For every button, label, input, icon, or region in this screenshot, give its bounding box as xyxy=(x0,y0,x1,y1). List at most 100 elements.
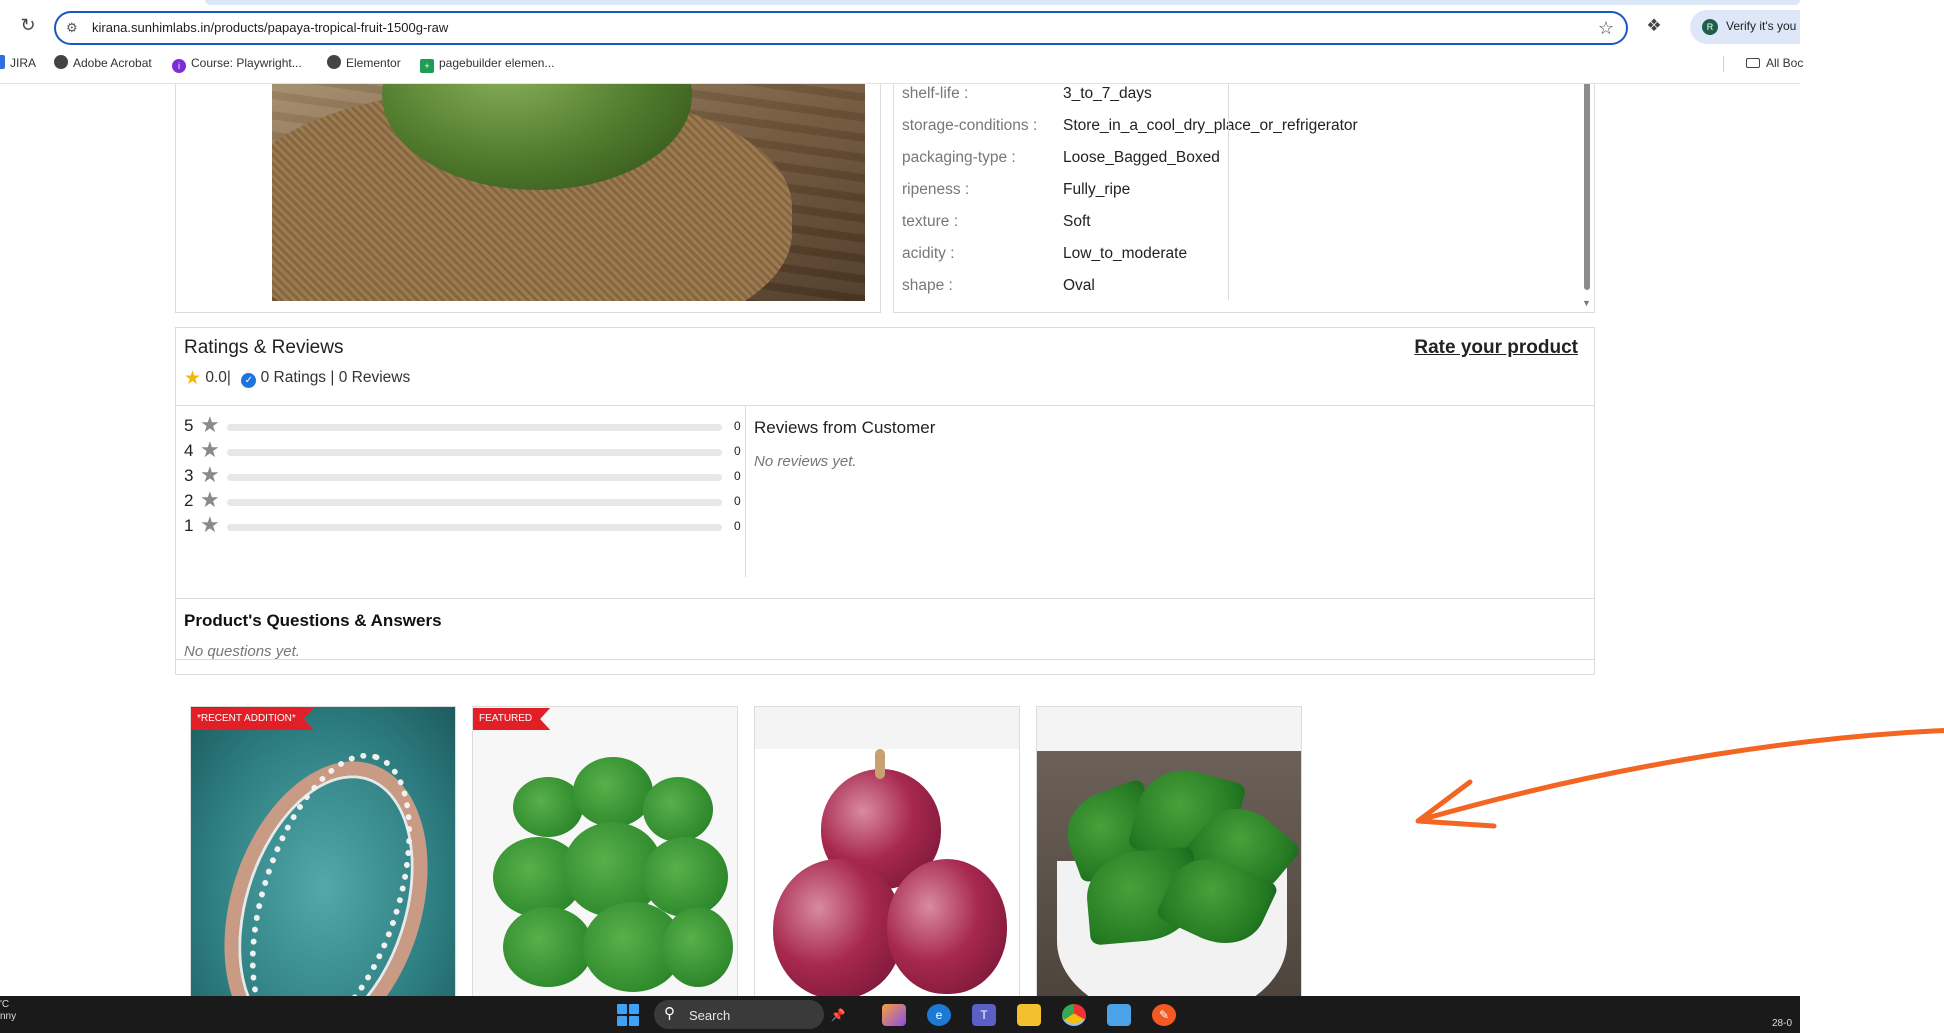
bookmark-pagebuilder[interactable]: + pagebuilder elemen... xyxy=(420,55,554,73)
rating-bar-4: 4 ★ 0 xyxy=(184,437,741,462)
spec-value: Fully_ripe xyxy=(1063,181,1131,198)
bookmark-all-bookmarks[interactable]: All Boc xyxy=(1746,55,1803,71)
star-icon: ★ xyxy=(184,368,202,389)
related-products: *RECENT ADDITION* FEATURED xyxy=(190,706,1310,996)
rating-bar-1: 1 ★ 0 xyxy=(184,512,741,537)
notepad-icon[interactable] xyxy=(1107,1004,1131,1026)
rating-bar-track xyxy=(227,474,722,481)
bookmark-star-icon[interactable]: ☆ xyxy=(1598,18,1614,38)
rating-distribution: 5 ★ 0 4 ★ 0 3 ★ 0 2 ★ 0 1 ★ 0 xyxy=(176,406,746,577)
product-card-image[interactable] xyxy=(755,749,1019,996)
customer-reviews: Reviews from Customer No reviews yet. xyxy=(754,406,1584,577)
bookmark-jira[interactable]: JIRA xyxy=(0,55,36,71)
windows-taskbar: 'C nny ⚲ Search 📌 e T ✎ 28-0 xyxy=(0,996,1800,1033)
taskbar-search[interactable]: ⚲ Search xyxy=(654,1000,824,1029)
spec-value: 3_to_7_days xyxy=(1063,85,1152,102)
ratings-body: 5 ★ 0 4 ★ 0 3 ★ 0 2 ★ 0 1 ★ 0 Reviews fr… xyxy=(176,405,1594,577)
chrome-icon[interactable] xyxy=(1062,1004,1086,1026)
spec-value: Soft xyxy=(1063,213,1091,230)
product-card-image[interactable] xyxy=(191,707,455,996)
qa-empty-message: No questions yet. xyxy=(184,643,300,660)
arrow-shaft xyxy=(1417,728,1944,823)
rating-bar-track xyxy=(227,449,722,456)
globe-icon xyxy=(54,55,68,69)
star-icon: ★ xyxy=(200,487,220,512)
star-icon: ★ xyxy=(200,512,220,537)
product-image-panel xyxy=(175,84,881,313)
reviews-empty-message: No reviews yet. xyxy=(754,453,857,470)
star-icon: ★ xyxy=(200,412,220,437)
annotation-arrow xyxy=(1415,728,1944,829)
bookmark-course-playwright[interactable]: i Course: Playwright... xyxy=(172,55,302,73)
specs-scrollbar[interactable]: ▼ xyxy=(1582,84,1592,308)
folder-icon xyxy=(1746,58,1760,68)
spec-key: texture : xyxy=(902,213,958,230)
extensions-icon[interactable]: ❖ xyxy=(1642,14,1666,38)
spec-value: Loose_Bagged_Boxed xyxy=(1063,149,1220,166)
profile-avatar-icon: R xyxy=(1702,19,1718,35)
product-card-bracelet[interactable]: *RECENT ADDITION* xyxy=(190,706,456,996)
search-icon: ⚲ xyxy=(664,1005,675,1022)
verify-profile-button[interactable]: R Verify it's you xyxy=(1690,10,1800,44)
star-icon: ★ xyxy=(200,462,220,487)
product-specifications: shelf-life : 3_to_7_days storage-conditi… xyxy=(893,84,1595,313)
tab-strip-edge xyxy=(205,0,1800,5)
browser-chrome: ↻ ⚙ kirana.sunhimlabs.in/products/papaya… xyxy=(0,0,1803,84)
rating-bar-track xyxy=(227,424,722,431)
card-badge: *RECENT ADDITION* xyxy=(191,708,314,730)
taskbar-date: 28-0 xyxy=(1772,1018,1793,1029)
ratings-title: Ratings & Reviews xyxy=(184,337,344,358)
spec-key: shape : xyxy=(902,277,953,294)
spec-key: shelf-life : xyxy=(902,85,969,102)
product-image[interactable] xyxy=(272,84,865,301)
weather-widget[interactable]: 'C nny xyxy=(0,999,16,1023)
reviews-title: Reviews from Customer xyxy=(754,418,936,437)
course-icon: i xyxy=(172,59,186,73)
scrollbar-thumb[interactable] xyxy=(1584,84,1590,290)
bookmarks-bar: JIRA Adobe Acrobat i Course: Playwright..… xyxy=(0,52,1803,76)
spec-key: ripeness : xyxy=(902,181,970,198)
rating-bar-3: 3 ★ 0 xyxy=(184,462,741,487)
reload-icon[interactable]: ↻ xyxy=(18,15,38,35)
ratings-summary: ★ 0.0| ✓ 0 Ratings | 0 Reviews xyxy=(184,368,411,389)
page-content: shelf-life : 3_to_7_days storage-conditi… xyxy=(0,84,1800,996)
verify-label: Verify it's you xyxy=(1726,19,1797,33)
windows-start-icon[interactable] xyxy=(617,1004,639,1026)
rating-bar-track xyxy=(227,524,722,531)
scroll-down-icon[interactable]: ▼ xyxy=(1582,298,1591,308)
sheets-icon: + xyxy=(420,59,434,73)
qa-title: Product's Questions & Answers xyxy=(184,611,442,630)
spec-value: Store_in_a_cool_dry_place_or_refrigerato… xyxy=(1063,117,1358,134)
site-settings-icon[interactable]: ⚙ xyxy=(66,19,84,37)
rating-bar-2: 2 ★ 0 xyxy=(184,487,741,512)
bookmark-adobe-acrobat[interactable]: Adobe Acrobat xyxy=(54,55,152,71)
card-badge: FEATURED xyxy=(473,708,550,730)
spec-value: Low_to_moderate xyxy=(1063,245,1188,262)
spec-key: storage-conditions : xyxy=(902,117,1038,134)
bookmark-elementor[interactable]: Elementor xyxy=(327,55,401,71)
ratings-count: 0 Ratings | 0 Reviews xyxy=(260,369,411,386)
edge-icon[interactable]: e xyxy=(927,1004,951,1026)
teams-icon[interactable]: T xyxy=(972,1004,996,1026)
spec-value: Oval xyxy=(1063,277,1095,294)
product-card-fenugreek[interactable]: FEATURED xyxy=(472,706,738,996)
postman-icon[interactable]: ✎ xyxy=(1152,1004,1176,1026)
bookmarks-separator xyxy=(1723,56,1724,72)
address-bar[interactable]: ⚙ kirana.sunhimlabs.in/products/papaya-t… xyxy=(54,11,1628,45)
copilot-icon[interactable] xyxy=(882,1004,906,1026)
average-rating: 0.0 xyxy=(205,369,227,386)
globe-icon xyxy=(327,55,341,69)
verified-badge-icon: ✓ xyxy=(241,373,257,388)
product-card-spinach[interactable] xyxy=(1036,706,1302,996)
spec-column-divider xyxy=(1228,84,1229,300)
product-card-red-onion[interactable] xyxy=(754,706,1020,996)
jira-icon xyxy=(0,55,5,69)
rating-bar-5: 5 ★ 0 xyxy=(184,412,741,437)
pins-icon[interactable]: 📌 xyxy=(826,1004,850,1026)
address-bar-url[interactable]: kirana.sunhimlabs.in/products/papaya-tro… xyxy=(92,19,448,37)
product-card-image[interactable] xyxy=(473,707,737,996)
spec-key: packaging-type : xyxy=(902,149,1016,166)
rate-product-link[interactable]: Rate your product xyxy=(1414,337,1578,359)
file-explorer-icon[interactable] xyxy=(1017,1004,1041,1026)
product-card-image[interactable] xyxy=(1037,751,1301,996)
